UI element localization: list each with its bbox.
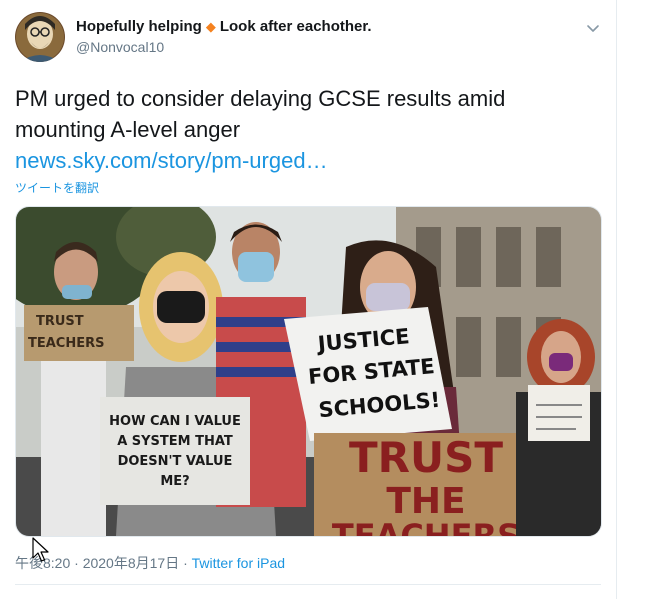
svg-text:DOESN'T VALUE: DOESN'T VALUE [118, 454, 233, 469]
tweet-link[interactable]: news.sky.com/story/pm-urged… [15, 145, 595, 176]
tweet-meta: 午後8:20 · 2020年8月17日 · Twitter for iPad [15, 553, 285, 573]
sign-justice-for-state-schools: JUSTICE FOR STATE SCHOOLS! [284, 307, 452, 441]
svg-text:TEACHERS: TEACHERS [332, 517, 520, 536]
tweet-text: PM urged to consider delaying GCSE resul… [15, 86, 506, 142]
divider [15, 584, 601, 585]
sign-how-can-i-value: HOW CAN I VALUE A SYSTEM THAT DOESN'T VA… [100, 397, 250, 505]
meta-separator: · [179, 555, 192, 571]
sign-trust-teachers-small: TRUST TEACHERS [24, 305, 134, 361]
tweet-timestamp[interactable]: 午後8:20 · 2020年8月17日 [15, 555, 179, 571]
tweet-card: Hopefully helping ◆ Look after eachother… [0, 0, 617, 599]
portrait-icon [15, 12, 65, 62]
svg-text:ME?: ME? [160, 474, 189, 489]
svg-text:TRUST: TRUST [349, 433, 503, 482]
translate-tweet-link[interactable]: ツイートを翻訳 [15, 179, 99, 196]
author-display-name[interactable]: Hopefully helping [76, 18, 202, 35]
chevron-down-icon[interactable] [584, 19, 602, 37]
author-handle[interactable]: @Nonvocal10 [76, 39, 164, 55]
tweet-source-link[interactable]: Twitter for iPad [192, 555, 285, 571]
author-name-row[interactable]: Hopefully helping ◆ Look after eachother… [76, 18, 372, 35]
tweet-photo[interactable]: TRUST TEACHERS HOW CAN I VALUE A SYSTEM … [15, 206, 602, 537]
author-display-name-suffix[interactable]: Look after eachother. [220, 18, 372, 35]
svg-text:A SYSTEM THAT: A SYSTEM THAT [117, 434, 233, 449]
sign-trust-the-teachers: TRUST THE TEACHERS [314, 433, 538, 536]
avatar[interactable] [15, 12, 65, 62]
orange-diamond-icon: ◆ [205, 18, 216, 34]
svg-text:TRUST: TRUST [36, 314, 84, 329]
protest-photo: TRUST TEACHERS HOW CAN I VALUE A SYSTEM … [16, 207, 601, 536]
svg-text:HOW CAN I VALUE: HOW CAN I VALUE [109, 414, 241, 429]
svg-text:TEACHERS: TEACHERS [28, 336, 104, 351]
tweet-body: PM urged to consider delaying GCSE resul… [15, 83, 595, 176]
svg-text:THE: THE [386, 481, 465, 522]
